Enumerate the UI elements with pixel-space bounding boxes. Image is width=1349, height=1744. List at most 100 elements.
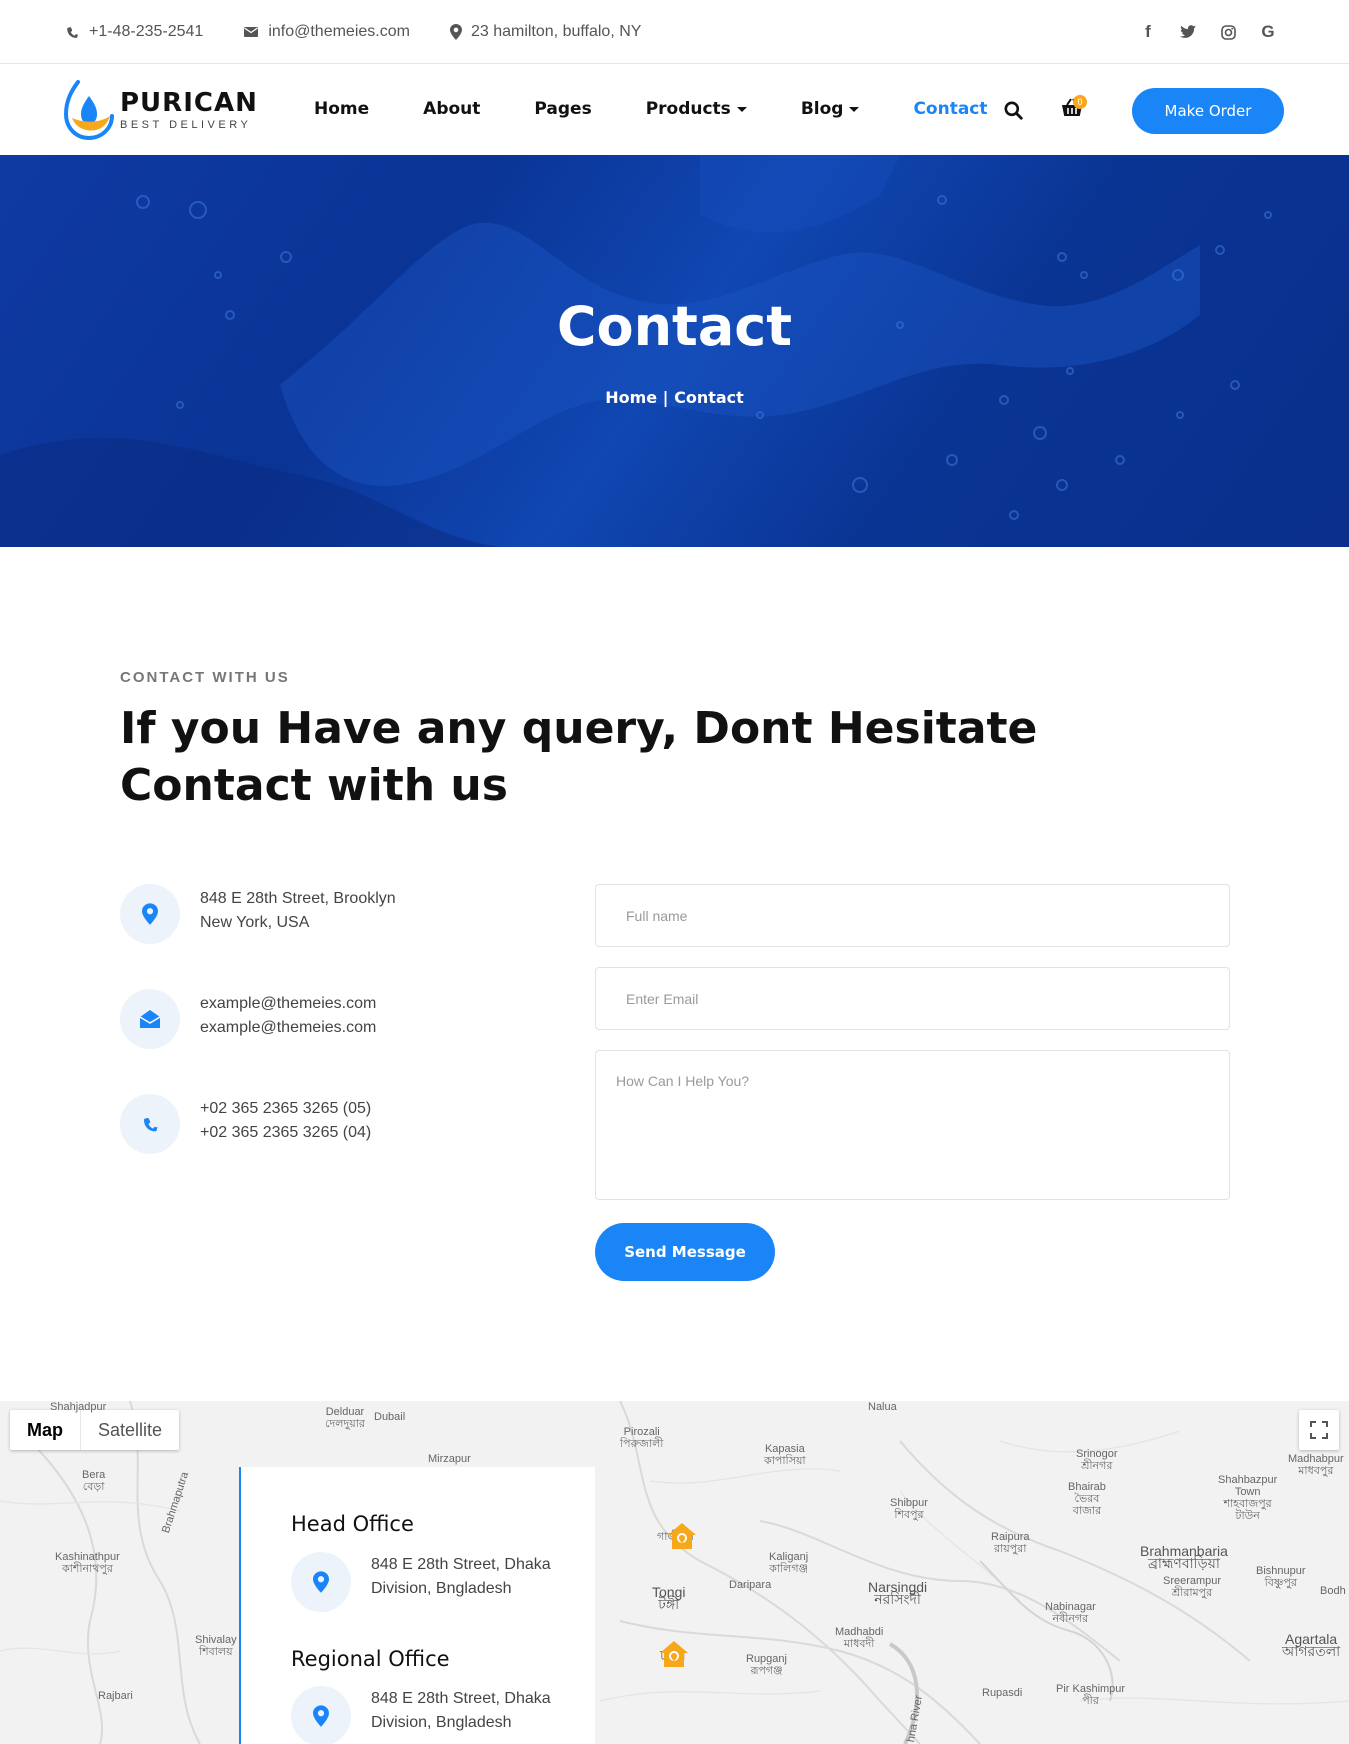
regional-office-title: Regional Office bbox=[291, 1647, 450, 1671]
topbar-phone[interactable]: +1-48-235-2541 bbox=[64, 23, 203, 41]
map-place-bn: রায়পুরা bbox=[994, 1543, 1027, 1555]
map-tab-satellite[interactable]: Satellite bbox=[81, 1410, 179, 1450]
map-place-bn: বেড়া bbox=[82, 1481, 105, 1493]
google-icon[interactable]: G bbox=[1259, 20, 1277, 44]
facebook-icon[interactable]: f bbox=[1139, 20, 1157, 44]
head-office-line-2: Division, Bngladesh bbox=[371, 1580, 512, 1597]
search-icon[interactable] bbox=[1004, 101, 1023, 120]
phone-icon bbox=[144, 1117, 159, 1132]
site-logo[interactable]: PURICAN BEST DELIVERY bbox=[64, 78, 258, 142]
contact-address-item: 848 E 28th Street, Brooklyn New York, US… bbox=[120, 884, 396, 944]
headline-line-2: Contact with us bbox=[120, 760, 508, 811]
site-header: PURICAN BEST DELIVERY Home About Pages P… bbox=[0, 64, 1349, 155]
breadcrumb-home[interactable]: Home bbox=[605, 388, 657, 407]
map-label: Agartala আগরতলা bbox=[1282, 1632, 1341, 1659]
page-title: Contact bbox=[556, 295, 793, 358]
fullscreen-icon bbox=[1310, 1421, 1328, 1439]
nav-blog[interactable]: Blog bbox=[801, 99, 860, 119]
office-map[interactable]: Map Satellite Shahjadpur Delduar দেলদুয়া… bbox=[0, 1401, 1349, 1744]
nav-blog-label: Blog bbox=[800, 99, 844, 119]
section-headline: If you Have any query, Dont Hesitate Con… bbox=[120, 700, 1060, 814]
breadcrumb-current: Contact bbox=[674, 388, 744, 407]
brand-text: PURICAN BEST DELIVERY bbox=[120, 89, 258, 131]
map-label: Bhairab ভৈরব বাজার bbox=[1068, 1481, 1106, 1517]
nav-products[interactable]: Products bbox=[646, 99, 747, 119]
water-drop-logo-icon bbox=[64, 80, 114, 141]
map-place-bn: মাধবদী bbox=[843, 1638, 875, 1650]
nav-pages-label: Pages bbox=[534, 99, 592, 119]
email-input[interactable] bbox=[595, 967, 1230, 1030]
envelope-open-icon bbox=[139, 1010, 161, 1028]
map-place-bn: বিষ্ণুপুর bbox=[1264, 1577, 1297, 1589]
map-place: Srinogor bbox=[1076, 1448, 1118, 1460]
contact-email-lines: example@themeies.com example@themeies.co… bbox=[200, 992, 376, 1049]
make-order-button[interactable]: Make Order bbox=[1132, 88, 1284, 134]
topbar-email[interactable]: info@themeies.com bbox=[243, 23, 410, 41]
email-line-2[interactable]: example@themeies.com bbox=[200, 1016, 376, 1040]
social-links: f G bbox=[1139, 20, 1277, 44]
map-place: Delduar bbox=[325, 1406, 365, 1418]
full-name-input[interactable] bbox=[595, 884, 1230, 947]
instagram-icon[interactable] bbox=[1219, 20, 1237, 44]
head-office-item: 848 E 28th Street, Dhaka Division, Bngla… bbox=[291, 1552, 551, 1612]
nav-home[interactable]: Home bbox=[314, 99, 369, 119]
map-label: Nabinagar নবীনগর bbox=[1045, 1601, 1096, 1625]
phone-icon bbox=[67, 26, 79, 38]
nav-contact-label: Contact bbox=[913, 99, 988, 119]
office-marker-icon[interactable] bbox=[658, 1639, 690, 1669]
breadcrumb-separator: | bbox=[662, 388, 669, 407]
map-place: Pir Kashimpur bbox=[1056, 1683, 1126, 1695]
email-line-1[interactable]: example@themeies.com bbox=[200, 992, 376, 1016]
head-office-line-1: 848 E 28th Street, Dhaka bbox=[371, 1556, 551, 1573]
map-label: Kapasia কাপাসিয়া bbox=[764, 1443, 806, 1467]
map-place: Shahbazpur bbox=[1218, 1474, 1278, 1486]
regional-office-item: 848 E 28th Street, Dhaka Division, Bngla… bbox=[291, 1686, 551, 1744]
address-line-2: New York, USA bbox=[200, 914, 310, 931]
head-office-address: 848 E 28th Street, Dhaka Division, Bngla… bbox=[371, 1553, 551, 1612]
topbar: +1-48-235-2541 info@themeies.com 23 hami… bbox=[0, 0, 1349, 64]
map-label: Srinogor শ্রীনগর bbox=[1076, 1448, 1118, 1472]
map-place: Kaliganj bbox=[769, 1551, 809, 1563]
map-label: Kaliganj কালিগঞ্জ bbox=[769, 1551, 808, 1575]
map-tab-map[interactable]: Map bbox=[10, 1410, 81, 1450]
phone-line-1[interactable]: +02 365 2365 3265 (05) bbox=[200, 1097, 371, 1121]
message-textarea[interactable] bbox=[595, 1050, 1230, 1200]
page-hero: Contact Home | Contact bbox=[0, 155, 1349, 547]
map-label: Nalua bbox=[868, 1401, 897, 1413]
map-place: Shahjadpur bbox=[50, 1401, 107, 1413]
map-label: Shibpur শিবপুর bbox=[890, 1497, 928, 1521]
topbar-address: 23 hamilton, buffalo, NY bbox=[449, 23, 641, 41]
fullscreen-button[interactable] bbox=[1299, 1410, 1339, 1450]
map-place-bn: পিরুজালী bbox=[620, 1438, 664, 1450]
map-place-bn: ভৈরব bbox=[1074, 1493, 1100, 1505]
map-place: Town bbox=[1234, 1486, 1261, 1498]
regional-office-badge bbox=[291, 1686, 351, 1744]
map-label: Rupganj রূপগঞ্জ bbox=[746, 1653, 787, 1677]
map-label: Madhabpur মাধবপুর bbox=[1288, 1453, 1344, 1477]
nav-products-label: Products bbox=[645, 99, 731, 119]
map-place-bn: শ্রীরামপুর bbox=[1171, 1587, 1213, 1599]
map-label: Raipura রায়পুরা bbox=[991, 1531, 1030, 1555]
send-message-button[interactable]: Send Message bbox=[595, 1223, 775, 1281]
map-place: Kapasia bbox=[764, 1443, 805, 1455]
map-place: Rajbari bbox=[98, 1690, 133, 1702]
office-locations-card: Head Office 848 E 28th Street, Dhaka Div… bbox=[239, 1467, 595, 1744]
cart-count-badge: 0 bbox=[1073, 95, 1087, 109]
brand-name: PURICAN bbox=[120, 88, 258, 118]
map-place: Daripara bbox=[729, 1579, 772, 1591]
nav-about[interactable]: About bbox=[423, 99, 480, 119]
map-marker-icon bbox=[313, 1571, 329, 1593]
nav-contact[interactable]: Contact bbox=[913, 99, 987, 119]
office-marker-icon[interactable] bbox=[666, 1521, 698, 1551]
map-place: Shibpur bbox=[890, 1497, 928, 1509]
map-place: Madhabpur bbox=[1288, 1453, 1344, 1465]
nav-pages[interactable]: Pages bbox=[534, 99, 591, 119]
phone-line-2[interactable]: +02 365 2365 3265 (04) bbox=[200, 1121, 371, 1145]
map-place: Raipura bbox=[991, 1531, 1030, 1543]
map-label: Bishnupur বিষ্ণুপুর bbox=[1256, 1565, 1306, 1589]
nav-about-label: About bbox=[423, 99, 481, 119]
map-place-bn: শিবপুর bbox=[894, 1509, 924, 1521]
twitter-icon[interactable] bbox=[1179, 20, 1197, 44]
map-place: Rupganj bbox=[746, 1653, 787, 1665]
map-place-bn: আগরতলা bbox=[1282, 1643, 1341, 1659]
